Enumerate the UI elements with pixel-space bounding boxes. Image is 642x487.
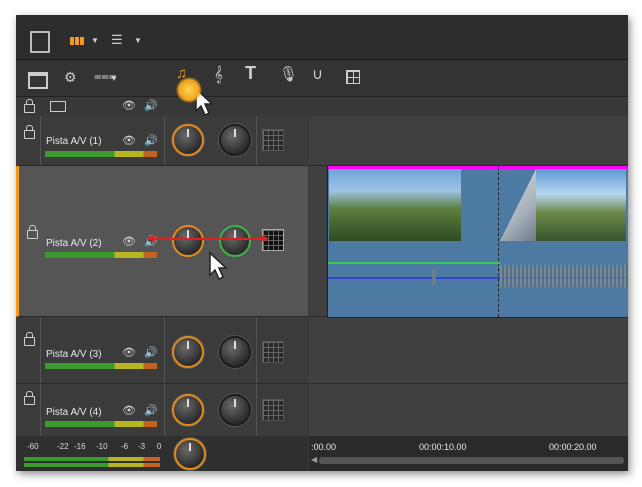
track-name: Pista A/V (4) [46, 407, 102, 418]
volume-knob[interactable] [172, 225, 204, 257]
transition-thumbnail[interactable] [500, 169, 536, 241]
surround-panner[interactable] [262, 129, 284, 151]
arrow-right-icon: ▶ [261, 233, 269, 244]
meter-scale-label: -22 [57, 442, 69, 451]
lock-icon[interactable] [24, 391, 35, 405]
speaker-icon[interactable]: 🔊 [144, 100, 158, 112]
track-separator [309, 383, 628, 384]
list-view-icon[interactable]: ☰ [111, 33, 123, 46]
dropdown-arrow-icon[interactable]: ▼ [91, 35, 99, 47]
track-name: Pista A/V (1) [46, 136, 102, 147]
dropdown-arrow-icon[interactable]: ▼ [110, 73, 118, 85]
level-meter [45, 151, 157, 157]
meter-scale-label: -60 [27, 442, 39, 451]
master-volume-knob[interactable] [174, 438, 206, 470]
montage-icon[interactable] [346, 70, 360, 84]
link-arrow [151, 238, 267, 240]
track-name: Pista A/V (3) [46, 349, 102, 360]
clip-thumbnail-mountain [536, 169, 626, 241]
video-clip[interactable] [327, 166, 628, 318]
master-level-meter [24, 463, 160, 467]
dropdown-arrow-icon[interactable]: ▼ [134, 35, 142, 47]
microphone-icon[interactable]: 🎙 [279, 67, 298, 82]
pinnacle-editor-screenshot: ▼ ☰ ▼ ⚙ ⩶ ▼ ♫ 𝄞 T 🎙 ∪ 👁 🔊 Pista A/V (1) … [16, 15, 628, 471]
audio-line[interactable] [328, 262, 500, 264]
time-ruler[interactable]: :00.00 00:00:10.00 00:00:20.00 ◀ [309, 436, 628, 471]
volume-knob[interactable] [172, 124, 204, 156]
title-icon[interactable]: T [245, 64, 256, 82]
click-highlight-icon [176, 77, 202, 103]
meter-scale-label: -6 [121, 442, 129, 451]
eye-icon[interactable]: 👁 [122, 135, 136, 147]
eye-icon[interactable]: 👁 [122, 347, 136, 359]
track-header-row: 👁 🔊 [16, 97, 628, 116]
meter-scale-label: -3 [138, 442, 146, 451]
pan-knob[interactable] [219, 394, 251, 426]
meter-scale-label: -10 [96, 442, 108, 451]
speaker-icon[interactable]: 🔊 [144, 135, 158, 147]
audio-waveform [500, 265, 628, 287]
ruler-label: 00:00:20.00 [549, 442, 597, 452]
scorefitter-icon[interactable]: ∪ [312, 67, 323, 82]
level-meter [45, 421, 157, 427]
pan-knob[interactable] [219, 124, 251, 156]
track-header-panel: Pista A/V (1) 👁 🔊 Pista A/V (2) 👁 🔊 ◀ ▶ [16, 116, 308, 437]
settings-icon[interactable]: ⚙ [64, 70, 77, 84]
library-icon[interactable] [30, 31, 50, 53]
volume-knob[interactable] [172, 336, 204, 368]
waveform-spike [432, 269, 436, 285]
level-meter [45, 363, 157, 369]
lock-icon[interactable] [27, 225, 38, 239]
master-meter-area: -60 -22 -16 -10 -6 -3 0 [16, 436, 308, 471]
scroll-left-icon[interactable]: ◀ [311, 455, 317, 464]
lock-icon[interactable] [24, 99, 35, 113]
top-bar: ▼ ☰ ▼ [16, 15, 628, 60]
master-level-meter [24, 457, 160, 461]
speaker-icon[interactable]: 🔊 [144, 405, 158, 417]
track-name: Pista A/V (2) [46, 238, 102, 249]
grid-view-icon[interactable] [70, 37, 84, 45]
storyboard-icon[interactable] [28, 72, 48, 89]
ruler-label: 00:00:10.00 [419, 442, 467, 452]
music-icon[interactable]: 𝄞 [214, 67, 223, 82]
surround-panner[interactable] [262, 399, 284, 421]
track-4[interactable]: Pista A/V (4) 👁 🔊 [16, 384, 308, 437]
eye-icon[interactable]: 👁 [122, 405, 136, 417]
eye-icon[interactable]: 👁 [122, 100, 136, 112]
lock-icon[interactable] [24, 125, 35, 139]
horizontal-scrollbar[interactable] [319, 457, 624, 464]
track-1[interactable]: Pista A/V (1) 👁 🔊 [16, 116, 308, 166]
eye-icon[interactable]: 👁 [122, 236, 136, 248]
track-3[interactable]: Pista A/V (3) 👁 🔊 [16, 317, 308, 384]
video-track-icon[interactable] [50, 101, 66, 112]
track-2[interactable]: Pista A/V (2) 👁 🔊 ◀ ▶ [16, 166, 308, 317]
clip-thumbnail-forest [329, 169, 461, 241]
meter-scale-label: 0 [157, 442, 162, 451]
ruler-label: :00.00 [311, 442, 337, 452]
level-meter [45, 252, 157, 258]
arrow-left-icon: ◀ [147, 233, 155, 244]
pan-knob[interactable] [219, 336, 251, 368]
volume-knob[interactable] [172, 394, 204, 426]
clip-cut-line [498, 167, 500, 317]
timeline-toolbar: ⚙ ⩶ ▼ ♫ 𝄞 T 🎙 ∪ [16, 60, 628, 97]
surround-panner[interactable] [262, 341, 284, 363]
meter-scale-label: -16 [74, 442, 86, 451]
speaker-icon[interactable]: 🔊 [144, 347, 158, 359]
lock-icon[interactable] [24, 332, 35, 346]
